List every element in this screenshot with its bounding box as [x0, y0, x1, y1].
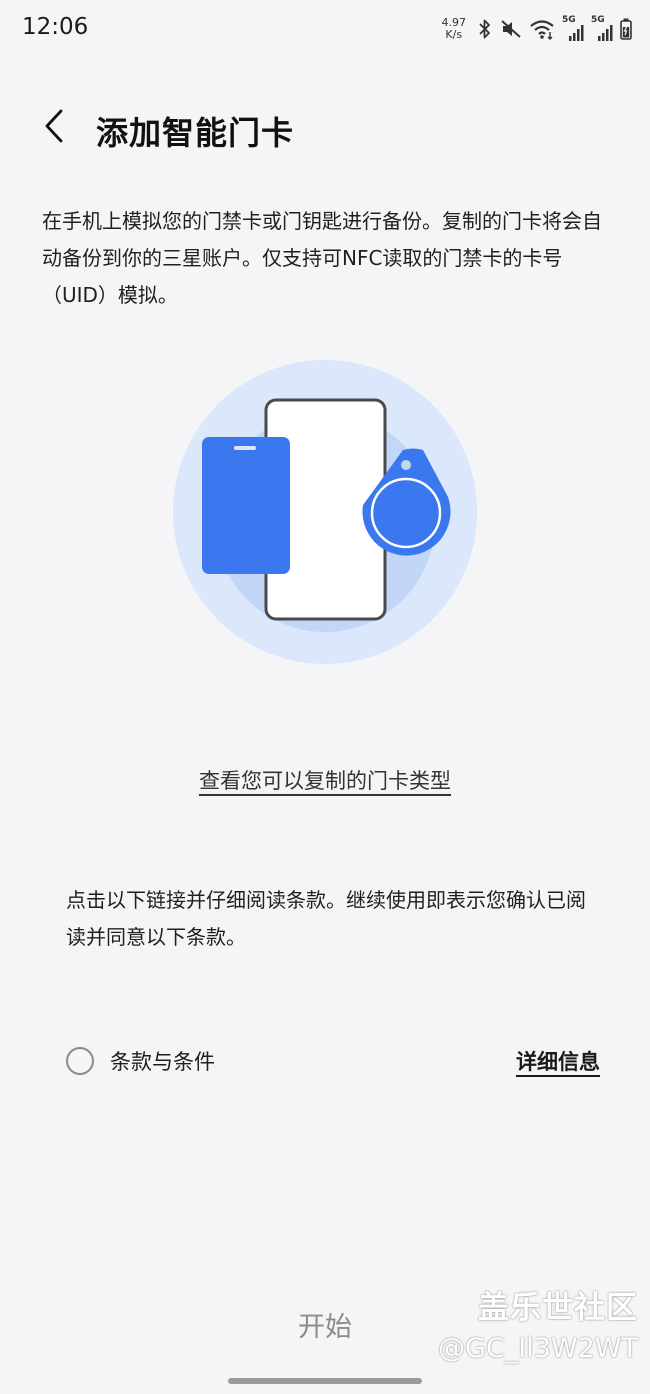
back-button[interactable] [34, 106, 74, 150]
terms-notice: 点击以下链接并仔细阅读条款。继续使用即表示您确认已阅读并同意以下条款。 [66, 888, 586, 949]
card-types-link[interactable]: 查看您可以复制的门卡类型 [199, 769, 451, 793]
chevron-left-icon [43, 108, 65, 148]
nfc-card-illustration [170, 357, 480, 667]
watermark: 盖乐世社区 @GC_Il3W2WT [438, 1288, 638, 1366]
bluetooth-icon [477, 18, 493, 40]
terms-label: 条款与条件 [110, 1050, 215, 1074]
terms-radio-button[interactable] [66, 1047, 94, 1075]
page-title: 添加智能门卡 [96, 114, 295, 152]
wifi-icon [529, 18, 555, 40]
description-text: 在手机上模拟您的门禁卡或门钥匙进行备份。复制的门卡将会自动备份到你的三星账户。仅… [42, 209, 602, 307]
card-types-link-row: 查看您可以复制的门卡类型 [0, 765, 650, 795]
status-icons: 4.97 K/s 5G 5G [442, 14, 633, 44]
details-link[interactable]: 详细信息 [516, 1046, 600, 1076]
status-time: 12:06 [22, 14, 89, 40]
sim1-network-label: 5G [562, 15, 576, 25]
sim2-network-label: 5G [591, 15, 605, 25]
watermark-user: @GC_Il3W2WT [438, 1333, 638, 1364]
home-indicator[interactable] [228, 1378, 422, 1384]
mute-icon [500, 18, 522, 40]
status-bar: 12:06 4.97 K/s 5G 5G [0, 0, 650, 58]
watermark-title: 盖乐世社区 [478, 1290, 638, 1326]
network-speed: 4.97 K/s [442, 17, 467, 41]
network-speed-unit: K/s [445, 28, 463, 41]
signal-icon: 5G [562, 15, 584, 41]
app-header: 添加智能门卡 [0, 100, 650, 160]
battery-icon [620, 18, 632, 40]
start-button[interactable]: 开始 [225, 1296, 425, 1352]
terms-row: 条款与条件 详细信息 [66, 1040, 600, 1082]
signal-icon: 5G [591, 15, 613, 41]
